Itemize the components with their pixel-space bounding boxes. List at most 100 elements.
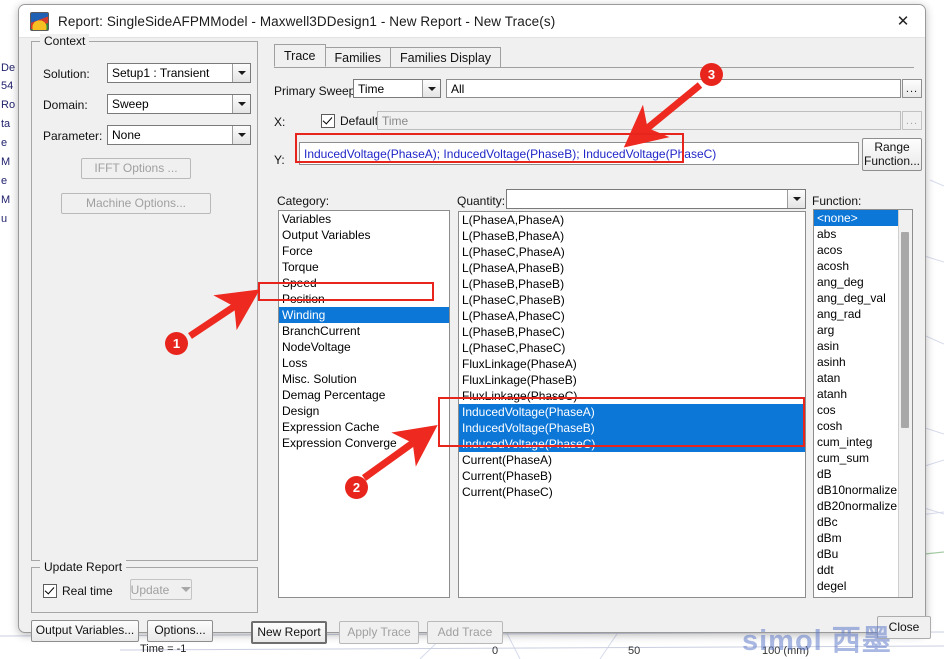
real-time-checkbox[interactable]: Real time [43,584,113,598]
quantity-item-row[interactable]: FluxLinkage(PhaseC) [459,388,805,404]
quantity-item-row[interactable]: InducedVoltage(PhaseA) [459,404,805,420]
background-status-text: Time = -1 [140,643,187,655]
background-axis-label-50: 50 [628,645,641,657]
tab-families-display[interactable]: Families Display [390,47,502,67]
add-trace-button[interactable]: Add Trace [427,621,503,644]
checkbox-check-icon [321,114,335,128]
chevron-down-icon[interactable] [232,95,250,113]
quantity-item-row[interactable]: L(PhaseA,PhaseC) [459,308,805,324]
quantity-item-row[interactable]: L(PhaseC,PhaseA) [459,244,805,260]
quantity-item-row[interactable]: L(PhaseC,PhaseB) [459,292,805,308]
quantity-item-row[interactable]: L(PhaseA,PhaseA) [459,212,805,228]
background-text-fragment: u [1,213,8,225]
category-item-row[interactable]: Expression Cache [279,419,449,435]
background-text-fragment: De [1,62,16,74]
category-item-row[interactable]: NodeVoltage [279,339,449,355]
new-trace-dialog: Report: SingleSideAFPMModel - Maxwell3DD… [18,4,931,644]
quantity-item-row[interactable]: Current(PhaseB) [459,468,805,484]
quantity-label: Quantity: [457,194,506,208]
background-text-fragment: Ro [1,99,16,111]
y-expression-field[interactable]: InducedVoltage(PhaseA); InducedVoltage(P… [299,142,859,165]
category-item-row[interactable]: Position [279,291,449,307]
category-item-row[interactable]: Misc. Solution [279,371,449,387]
quantity-item-row[interactable]: FluxLinkage(PhaseB) [459,372,805,388]
quantity-listbox[interactable]: L(PhaseA,PhaseA) L(PhaseB,PhaseA) L(PhaseC… [458,211,806,598]
category-item-row[interactable]: Design [279,403,449,419]
machine-options-button[interactable]: Machine Options... [61,193,211,214]
real-time-label: Real time [62,584,113,598]
quantity-item-row[interactable]: L(PhaseB,PhaseA) [459,228,805,244]
category-rows: Variables Output Variables Force Torque Spee… [279,211,449,451]
background-text-fragment: e [1,175,8,187]
domain-combo-value: Sweep [112,97,149,111]
quantity-item-row[interactable]: L(PhaseB,PhaseB) [459,276,805,292]
category-item-row[interactable]: Force [279,243,449,259]
function-scrollbar-thumb[interactable] [901,232,909,428]
range-function-button[interactable]: Range Function... [862,138,922,171]
ifft-options-button[interactable]: IFFT Options ... [81,158,191,179]
parameter-combo[interactable]: None [107,125,251,145]
x-default-label: Default [340,114,379,128]
category-item-row[interactable]: BranchCurrent [279,323,449,339]
close-window-button[interactable]: ✕ [881,6,925,37]
x-expression-field[interactable]: Time [377,111,901,130]
apply-trace-button[interactable]: Apply Trace [339,621,419,644]
category-item-row[interactable]: Winding [279,307,449,323]
context-group-legend: Context [40,34,90,48]
background-text-fragment: e [1,137,8,149]
category-item-row[interactable]: Torque [279,259,449,275]
domain-combo[interactable]: Sweep [107,94,251,114]
quantity-item-row[interactable]: L(PhaseA,PhaseB) [459,260,805,276]
primary-sweep-browse-button[interactable]: ... [902,79,922,98]
primary-sweep-range-field[interactable]: All [446,79,901,98]
tab-trace[interactable]: Trace [274,44,326,67]
function-scrollbar[interactable] [898,210,912,597]
category-listbox[interactable]: Variables Output Variables Force Torque Spee… [278,210,450,598]
category-item-row[interactable]: Demag Percentage [279,387,449,403]
application-icon [30,11,49,31]
background-text-fragment: ta [1,118,11,130]
quantity-item-row[interactable]: FluxLinkage(PhaseA) [459,356,805,372]
options-button[interactable]: Options... [147,620,213,642]
chevron-down-icon[interactable] [232,126,250,144]
window-title: Report: SingleSideAFPMModel - Maxwell3DD… [58,13,556,29]
x-default-checkbox[interactable]: Default [321,114,378,128]
x-axis-label: X: [274,115,286,129]
domain-label: Domain: [43,98,88,112]
new-report-button[interactable]: New Report [251,621,327,644]
output-variables-button[interactable]: Output Variables... [31,620,139,642]
category-label: Category: [277,194,330,208]
context-group: Context [31,34,258,561]
primary-sweep-label: Primary Sweep: [274,84,359,98]
update-report-legend: Update Report [40,560,127,574]
category-item-row[interactable]: Output Variables [279,227,449,243]
quantity-item-row[interactable]: Current(PhaseC) [459,484,805,500]
chevron-down-icon[interactable] [787,190,805,208]
function-label: Function: [812,194,862,208]
quantity-item-row[interactable]: InducedVoltage(PhaseC) [459,436,805,452]
function-listbox[interactable]: <none> abs acos acosh ang_deg ang_deg_val ang_… [813,209,913,598]
checkbox-check-icon [43,584,57,598]
quantity-item-row[interactable]: L(PhaseC,PhaseC) [459,340,805,356]
category-item-row[interactable]: Speed [279,275,449,291]
quantity-item-row[interactable]: InducedVoltage(PhaseB) [459,420,805,436]
background-text-fragment: M [1,194,11,206]
chevron-down-icon [181,587,192,592]
category-item-row[interactable]: Loss [279,355,449,371]
chevron-down-icon[interactable] [232,64,250,82]
solution-label: Solution: [43,67,90,81]
solution-combo-value: Setup1 : Transient [112,66,210,80]
x-browse-button[interactable]: ... [902,111,922,130]
primary-sweep-combo[interactable]: Time [353,79,441,98]
quantity-item-row[interactable]: Current(PhaseA) [459,452,805,468]
update-button[interactable]: Update [130,579,192,600]
range-function-button-label: Range Function... [863,139,921,168]
chevron-down-icon[interactable] [422,80,440,97]
background-axis-label-0: 0 [492,645,499,657]
tab-families[interactable]: Families [324,47,392,67]
category-item-row[interactable]: Expression Converge [279,435,449,451]
solution-combo[interactable]: Setup1 : Transient [107,63,251,83]
quantity-filter-combo[interactable] [506,189,806,209]
quantity-item-row[interactable]: L(PhaseB,PhaseC) [459,324,805,340]
category-item-row[interactable]: Variables [279,211,449,227]
